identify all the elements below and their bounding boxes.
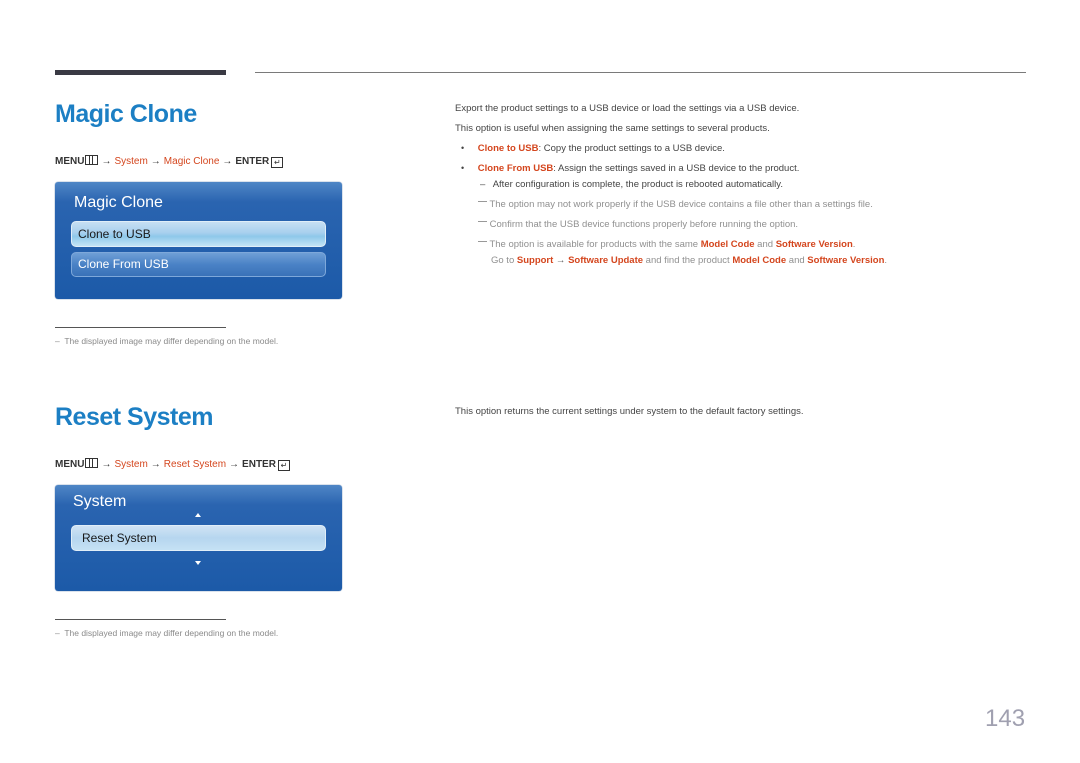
arrow: → [101, 459, 112, 470]
note-mark-icon [478, 241, 487, 242]
header-rule-thin [255, 72, 1026, 73]
osd-title: System [73, 493, 127, 510]
arrow: → [222, 156, 233, 167]
note-text: . [884, 255, 888, 266]
note-mark-icon [478, 201, 487, 202]
section-title-magic-clone: Magic Clone [55, 100, 197, 128]
note-text: and find the product [643, 255, 733, 266]
page-number: 143 [985, 705, 1026, 732]
bullet-term: Clone to USB [477, 143, 539, 154]
osd-panel-system: System Reset System [55, 485, 342, 591]
enter-label: ENTER [242, 459, 276, 470]
menu-label: MENU [55, 156, 85, 167]
section-title-reset-system: Reset System [55, 403, 213, 431]
note-mark-icon [478, 221, 487, 222]
footnote-rule [55, 619, 226, 620]
scroll-up-icon[interactable] [195, 513, 201, 517]
note-text: The option is available for products wit… [489, 239, 701, 250]
model-code-term: Model Code [700, 239, 755, 250]
bullet-item: • Clone From USB: Assign the settings sa… [461, 163, 799, 174]
osd-item-clone-to-usb[interactable]: Clone to USB [71, 221, 326, 247]
note: The option is available for products wit… [478, 239, 855, 250]
enter-icon: ↵ [271, 157, 284, 168]
dash: – [55, 628, 60, 638]
footnote: – The displayed image may differ dependi… [55, 336, 278, 346]
dash: – [480, 179, 486, 190]
enter-icon: ↵ [277, 460, 290, 471]
osd-item-clone-from-usb[interactable]: Clone From USB [71, 252, 326, 277]
arrow: → [553, 255, 569, 266]
note-text: and [786, 255, 808, 266]
path-system: System [114, 156, 148, 167]
menu-path-magic-clone: MENU → System → Magic Clone → ENTER ↵ [55, 155, 284, 168]
model-code-term: Model Code [732, 255, 787, 266]
menu-label: MENU [55, 459, 85, 470]
menu-path-reset-system: MENU → System → Reset System → ENTER ↵ [55, 458, 290, 471]
arrow: → [101, 156, 112, 167]
note: The option may not work properly if the … [478, 199, 873, 210]
description-line: This option returns the current settings… [455, 406, 804, 417]
note-text: Go to [491, 255, 517, 266]
software-version-term: Software Version [775, 239, 853, 250]
footnote: – The displayed image may differ dependi… [55, 628, 278, 638]
enter-label: ENTER [235, 156, 270, 167]
footnote-text: The displayed image may differ depending… [64, 628, 279, 638]
note-text: The option may not work properly if the … [489, 199, 873, 210]
path-item: Magic Clone [163, 156, 220, 167]
note: Confirm that the USB device functions pr… [478, 219, 798, 230]
bullet-text: : Copy the product settings to a USB dev… [538, 143, 725, 154]
footnote-rule [55, 327, 226, 328]
bullet-text: : Assign the settings saved in a USB dev… [553, 163, 800, 174]
scroll-down-icon[interactable] [195, 561, 201, 565]
note-text: and [754, 239, 776, 250]
sub-note-text: After configuration is complete, the pro… [492, 179, 783, 190]
software-version-term: Software Version [807, 255, 885, 266]
dash: – [55, 336, 60, 346]
arrow: → [229, 459, 240, 470]
footnote-text: The displayed image may differ depending… [64, 336, 279, 346]
description-line: This option is useful when assigning the… [455, 123, 770, 134]
note-continuation: Go to Support → Software Update and find… [491, 255, 887, 266]
header-rule-thick [55, 70, 226, 75]
menu-icon [85, 458, 99, 468]
osd-title: Magic Clone [74, 194, 163, 211]
arrow: → [150, 156, 161, 167]
osd-panel-magic-clone: Magic Clone Clone to USB Clone From USB [55, 182, 342, 299]
arrow: → [150, 459, 161, 470]
osd-item-reset-system[interactable]: Reset System [71, 525, 326, 551]
path-item: Reset System [163, 459, 227, 470]
sub-note: – After configuration is complete, the p… [480, 179, 783, 190]
software-update-term: Software Update [568, 255, 644, 266]
path-system: System [114, 459, 148, 470]
bullet-item: • Clone to USB: Copy the product setting… [461, 143, 725, 154]
note-text: Confirm that the USB device functions pr… [489, 219, 799, 230]
menu-icon [85, 155, 99, 165]
bullet-icon: • [461, 143, 465, 153]
note-text: . [852, 239, 856, 250]
description-line: Export the product settings to a USB dev… [455, 103, 800, 114]
bullet-icon: • [461, 163, 465, 173]
bullet-term: Clone From USB [477, 163, 554, 174]
support-term: Support [516, 255, 554, 266]
